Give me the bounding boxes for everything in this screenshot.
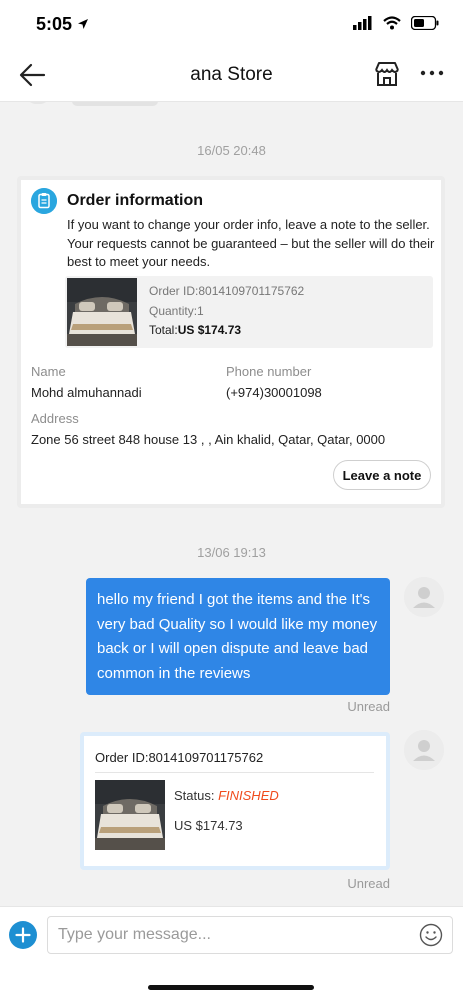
timestamp: 13/06 19:13 [197, 545, 266, 560]
product-thumbnail [95, 780, 165, 850]
divider [95, 772, 374, 773]
phone-value: (+974)30001098 [226, 385, 322, 400]
status-icons [353, 16, 439, 30]
previous-message-bubble [72, 102, 158, 106]
order-total-value: US $174.73 [177, 323, 242, 337]
name-value: Mohd almuhannadi [31, 385, 142, 400]
order-status: Status: FINISHED [174, 788, 279, 803]
previous-avatar [26, 102, 50, 104]
order-info-title: Order information [67, 192, 204, 209]
order-status-value: FINISHED [218, 788, 279, 803]
order-quantity: Quantity:1 [149, 303, 204, 318]
leave-a-note-button[interactable]: Leave a note [333, 460, 431, 490]
order-id: Order ID:8014109701175762 [95, 750, 264, 765]
more-icon[interactable] [419, 66, 445, 80]
avatar [404, 577, 444, 617]
order-product-summary[interactable]: Order ID:8014109701175762 Quantity:1 Tot… [65, 276, 433, 348]
bedding-image-icon [95, 780, 165, 850]
message-input[interactable] [47, 916, 453, 954]
avatar-icon [404, 577, 444, 617]
address-label: Address [31, 411, 79, 426]
avatar [404, 730, 444, 770]
order-status-label: Status: [174, 788, 219, 803]
chat-area[interactable]: 16/05 20:48 Order information If you wan… [0, 102, 463, 906]
address-value: Zone 56 street 848 house 13 , , Ain khal… [31, 432, 386, 447]
order-price: US $174.73 [174, 818, 243, 833]
read-status: Unread [347, 699, 390, 714]
order-id: Order ID:8014109701175762 [149, 284, 305, 298]
order-meta: Order ID:8014109701175762 Quantity:1 Tot… [149, 282, 304, 341]
read-status: Unread [347, 876, 390, 891]
home-indicator[interactable] [148, 985, 314, 990]
status-time: 5:05 [36, 14, 89, 35]
signal-icon [353, 16, 372, 30]
plus-icon [15, 927, 31, 943]
product-thumbnail [67, 278, 137, 346]
store-icon[interactable] [373, 60, 401, 88]
emoji-icon[interactable] [419, 923, 443, 947]
bedding-image-icon [67, 278, 137, 346]
name-label: Name [31, 364, 66, 379]
order-information-card: Order information If you want to change … [17, 176, 445, 508]
order-card-message[interactable]: Order ID:8014109701175762 Status: FINISH… [80, 732, 390, 870]
order-total: Total:US $174.73 [149, 321, 304, 341]
message-input-bar [0, 906, 463, 1000]
avatar-icon [404, 730, 444, 770]
order-total-label: Total: [149, 323, 178, 337]
add-attachment-button[interactable] [9, 921, 37, 949]
wifi-icon [383, 16, 401, 30]
phone-label: Phone number [226, 364, 312, 379]
order-info-description: If you want to change your order info, l… [67, 217, 435, 269]
order-info-icon [31, 188, 57, 214]
status-bar: 5:05 [0, 0, 463, 48]
nav-bar: ana Store [0, 48, 463, 102]
status-time-text: 5:05 [36, 14, 73, 34]
timestamp: 16/05 20:48 [197, 143, 266, 158]
location-arrow-icon [78, 19, 89, 29]
battery-icon [411, 16, 439, 30]
user-message-bubble[interactable]: hello my friend I got the items and the … [86, 578, 390, 695]
